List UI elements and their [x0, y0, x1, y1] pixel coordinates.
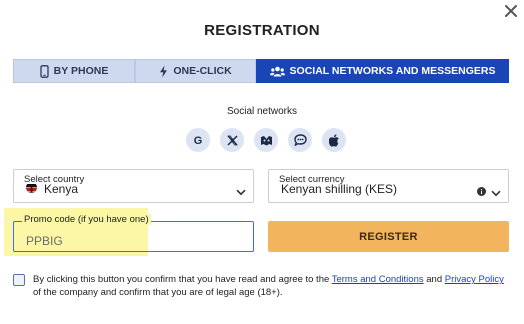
kenya-flag-icon [26, 182, 37, 193]
chat-icon[interactable] [288, 128, 312, 152]
agreement-text: By clicking this button you confirm that… [33, 273, 511, 299]
lightning-icon [159, 65, 168, 78]
tab-label: ONE-CLICK [173, 65, 232, 77]
page-title: REGISTRATION [204, 22, 320, 39]
tab-label: SOCIAL NETWORKS AND MESSENGERS [289, 65, 496, 77]
country-value: Kenya [44, 182, 79, 196]
register-button[interactable]: REGISTER [268, 221, 509, 252]
privacy-link[interactable]: Privacy Policy [445, 274, 504, 285]
country-select[interactable]: Select country Kenya [13, 169, 254, 203]
currency-select[interactable]: Select currency Kenyan shilling (KES) [268, 169, 509, 203]
info-icon[interactable] [477, 183, 486, 201]
tab-label: BY PHONE [53, 65, 109, 77]
terms-link[interactable]: Terms and Conditions [332, 274, 424, 285]
agreement-text-part: of the company and confirm that you are … [33, 287, 283, 298]
users-icon [269, 66, 285, 77]
apple-icon[interactable] [322, 128, 346, 152]
tab-by-phone[interactable]: BY PHONE [13, 59, 135, 83]
chevron-down-icon [491, 184, 501, 202]
agreement-text-part: By clicking this button you confirm that… [33, 274, 332, 285]
social-buttons: G [186, 128, 346, 152]
agreement-text-part: and [423, 274, 445, 285]
close-icon[interactable] [504, 4, 518, 18]
tab-one-click[interactable]: ONE-CLICK [135, 59, 256, 83]
chevron-down-icon [236, 183, 246, 201]
currency-value: Kenyan shilling (KES) [281, 182, 398, 196]
social-networks-label: Social networks [226, 106, 298, 117]
agree-checkbox[interactable] [13, 274, 25, 286]
promo-code-field[interactable] [13, 221, 254, 252]
mailru-icon[interactable] [254, 128, 278, 152]
registration-tabs: BY PHONE ONE-CLICK SOCIAL NETWORKS AND M… [13, 59, 509, 83]
tab-social-networks[interactable]: SOCIAL NETWORKS AND MESSENGERS [256, 59, 509, 83]
promo-code-label: Promo code (if you have one) [22, 214, 151, 225]
promo-code-input[interactable] [14, 222, 253, 251]
phone-icon [40, 64, 49, 78]
svg-text:G: G [194, 135, 203, 146]
google-icon[interactable]: G [186, 128, 210, 152]
x-icon[interactable] [220, 128, 244, 152]
